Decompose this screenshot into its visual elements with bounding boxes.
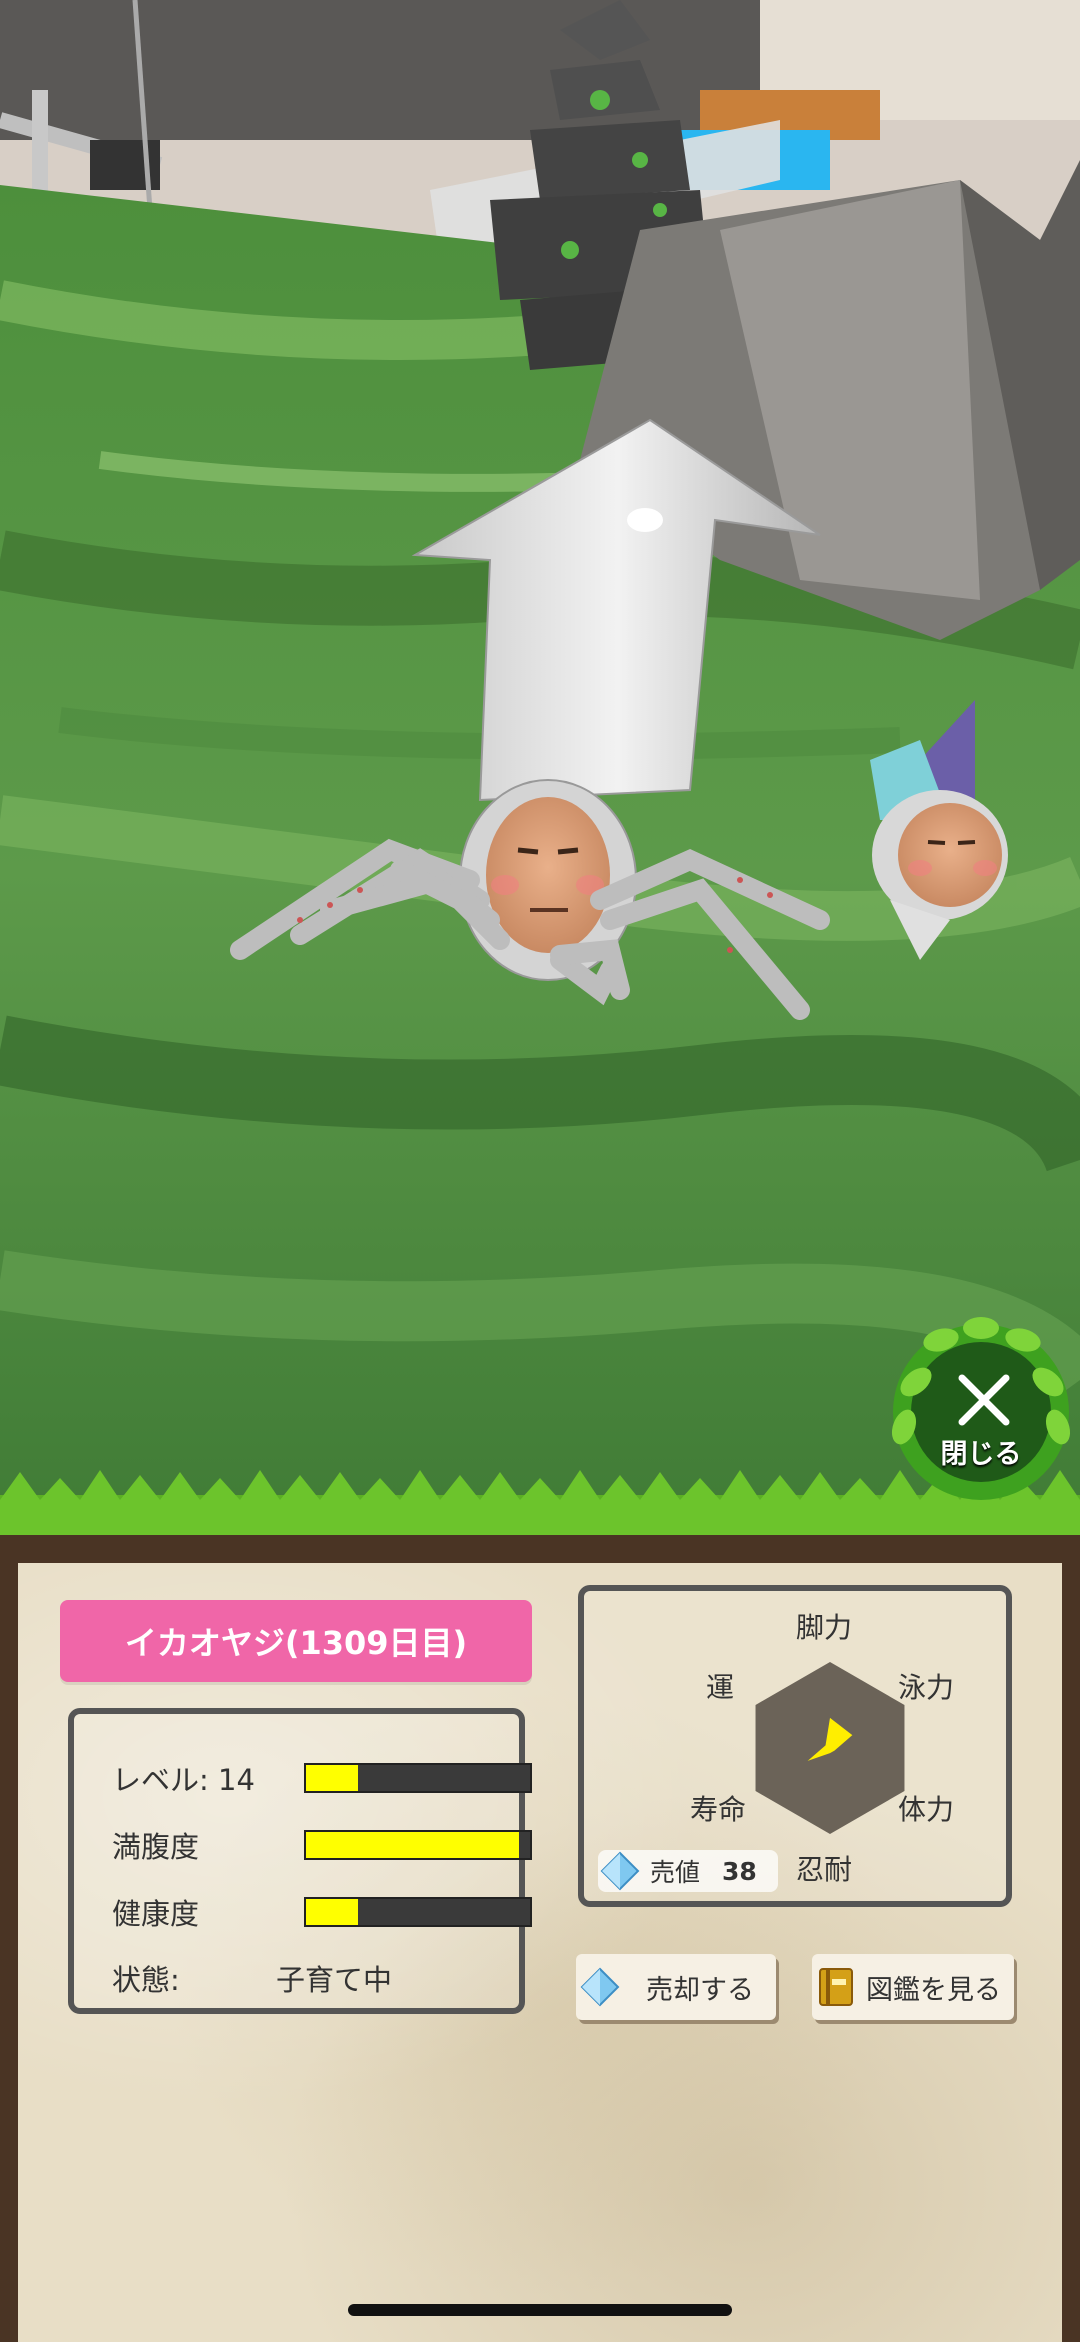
- stat-row-fullness: 満腹度: [112, 1825, 532, 1865]
- stat-row-level: レベル: 14: [112, 1758, 532, 1798]
- encyclopedia-button[interactable]: 図鑑を見る: [812, 1954, 1014, 2020]
- stats-box: レベル: 14 満腹度 健康度 状態: 子育て中: [68, 1708, 532, 2014]
- sell-button[interactable]: 売却する: [576, 1954, 776, 2020]
- radar-label-swim-power: 泳力: [898, 1671, 955, 1704]
- close-label: 閉じる: [940, 1439, 1022, 1470]
- level-label: レベル: 14: [112, 1763, 255, 1797]
- creature-name-banner: イカオヤジ(1309日目): [60, 1600, 532, 1682]
- level-bar: [304, 1763, 532, 1793]
- health-bar-fill: [306, 1899, 358, 1925]
- fullness-bar: [304, 1830, 532, 1860]
- status-label: 状態:: [112, 1963, 180, 1997]
- health-bar: [304, 1897, 532, 1927]
- fullness-label: 満腹度: [112, 1830, 200, 1864]
- sell-price-chip: 売値 38: [598, 1850, 778, 1892]
- close-icon: [958, 1374, 1010, 1426]
- sell-button-label: 売却する: [646, 1974, 754, 2006]
- radar-label-leg-power: 脚力: [796, 1611, 853, 1644]
- fullness-bar-fill: [306, 1832, 519, 1858]
- status-value: 子育て中: [276, 1963, 393, 1997]
- price-value: 38: [722, 1856, 757, 1886]
- radar-label-patience: 忍耐: [796, 1853, 853, 1886]
- stat-row-health: 健康度: [112, 1892, 532, 1932]
- stat-row-status: 状態: 子育て中: [112, 1958, 512, 1998]
- encyclopedia-button-label: 図鑑を見る: [866, 1974, 1001, 2006]
- level-bar-fill: [306, 1765, 358, 1791]
- health-label: 健康度: [112, 1897, 200, 1931]
- radar-label-lifespan: 寿命: [690, 1793, 747, 1826]
- close-button[interactable]: 閉じる: [886, 1312, 1076, 1502]
- diamond-icon: [580, 1967, 620, 2007]
- price-label: 売値: [650, 1858, 701, 1887]
- book-icon: [819, 1968, 853, 2006]
- radar-chart: [755, 1662, 905, 1834]
- home-indicator[interactable]: [348, 2304, 732, 2316]
- creature-name: イカオヤジ(1309日目): [124, 1624, 468, 1662]
- radar-label-luck: 運: [706, 1671, 735, 1704]
- radar-label-stamina: 体力: [898, 1793, 955, 1826]
- diamond-icon: [600, 1851, 640, 1891]
